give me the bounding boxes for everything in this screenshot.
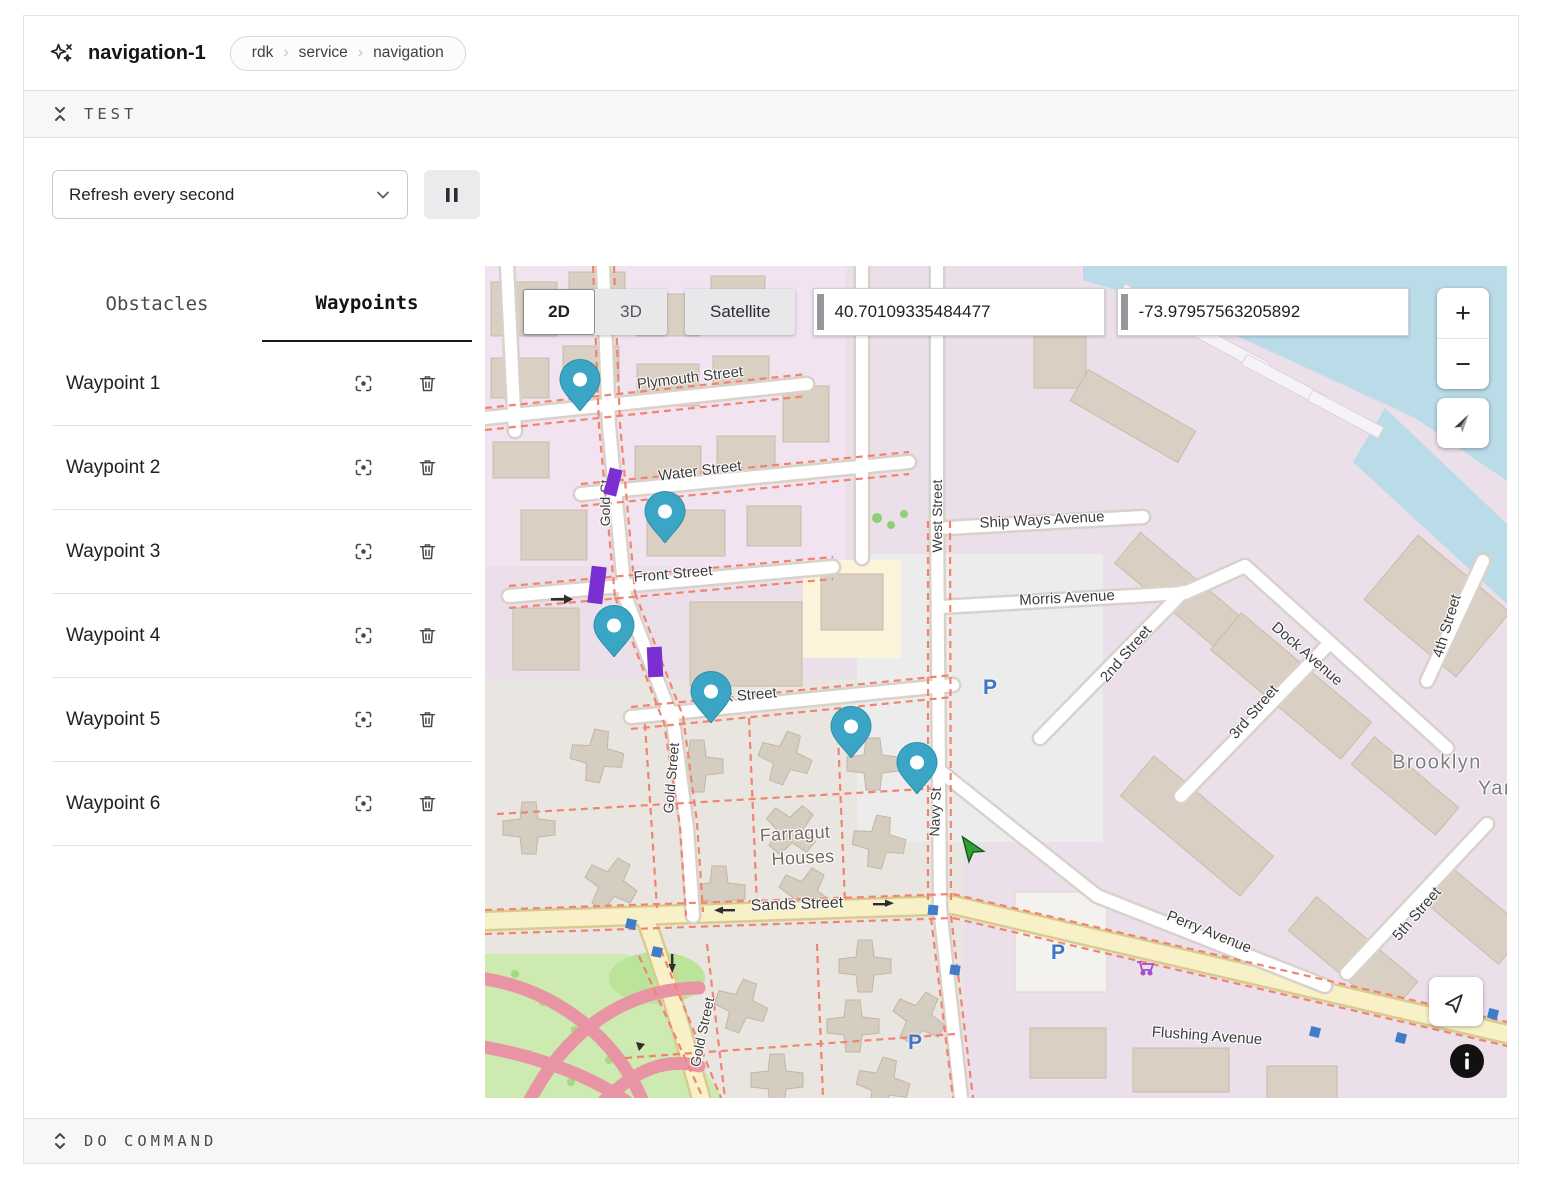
longitude-field bbox=[1117, 288, 1409, 336]
focus-icon bbox=[353, 373, 374, 394]
focus-icon bbox=[353, 457, 374, 478]
map-info-button[interactable] bbox=[1450, 1044, 1484, 1078]
waypoint-label: Waypoint 3 bbox=[66, 541, 351, 563]
collapse-icon[interactable] bbox=[51, 103, 69, 125]
compass-needle-icon bbox=[1450, 410, 1476, 436]
trash-icon bbox=[417, 457, 438, 478]
waypoint-focus-button[interactable] bbox=[351, 792, 375, 816]
breadcrumb: rdk›service›navigation bbox=[230, 36, 466, 71]
waypoint-row: Waypoint 4 bbox=[52, 594, 472, 678]
waypoint-row: Waypoint 2 bbox=[52, 426, 472, 510]
focus-icon bbox=[353, 625, 374, 646]
test-section-content: Refresh every second Obstacles Waypoints… bbox=[24, 138, 1518, 1118]
navigation-arrow-icon bbox=[1444, 990, 1468, 1014]
do-command-label: DO COMMAND bbox=[84, 1132, 217, 1150]
latitude-field bbox=[813, 288, 1105, 336]
map-mode-3d-button[interactable]: 3D bbox=[595, 289, 667, 335]
trash-icon bbox=[417, 793, 438, 814]
waypoint-row: Waypoint 3 bbox=[52, 510, 472, 594]
focus-icon bbox=[353, 541, 374, 562]
map-canvas bbox=[485, 266, 1507, 1098]
waypoint-label: Waypoint 1 bbox=[66, 373, 351, 395]
panel-title: navigation-1 bbox=[88, 42, 206, 65]
tab-waypoints[interactable]: Waypoints bbox=[262, 266, 472, 342]
longitude-input[interactable] bbox=[1128, 302, 1408, 322]
waypoint-delete-button[interactable] bbox=[415, 540, 439, 564]
breadcrumb-item-service[interactable]: service bbox=[292, 44, 355, 62]
waypoint-delete-button[interactable] bbox=[415, 456, 439, 480]
focus-icon bbox=[353, 709, 374, 730]
refresh-rate-select[interactable]: Refresh every second bbox=[52, 170, 408, 219]
test-section-label: TEST bbox=[84, 105, 137, 123]
breadcrumb-separator: › bbox=[280, 44, 291, 62]
breadcrumb-separator: › bbox=[355, 44, 366, 62]
waypoint-label: Waypoint 6 bbox=[66, 793, 351, 815]
waypoint-focus-button[interactable] bbox=[351, 456, 375, 480]
waypoint-label: Waypoint 4 bbox=[66, 625, 351, 647]
map[interactable]: Plymouth StreetWater StreetFront StreetY… bbox=[485, 266, 1507, 1098]
waypoint-row: Waypoint 5 bbox=[52, 678, 472, 762]
zoom-out-button[interactable]: − bbox=[1437, 339, 1489, 389]
map-mode-2d-button[interactable]: 2D bbox=[523, 289, 595, 335]
tab-obstacles[interactable]: Obstacles bbox=[52, 266, 262, 342]
trash-icon bbox=[417, 625, 438, 646]
latitude-input[interactable] bbox=[824, 302, 1104, 322]
chevron-down-icon bbox=[373, 185, 393, 205]
waypoint-focus-button[interactable] bbox=[351, 624, 375, 648]
waypoint-row: Waypoint 1 bbox=[52, 342, 472, 426]
latitude-drag-handle[interactable] bbox=[817, 294, 824, 330]
map-mode-toggle: 2D 3D bbox=[523, 289, 667, 335]
compass-button[interactable] bbox=[1437, 398, 1489, 448]
waypoint-delete-button[interactable] bbox=[415, 372, 439, 396]
trash-icon bbox=[417, 373, 438, 394]
tabs: Obstacles Waypoints bbox=[52, 266, 472, 342]
trash-icon bbox=[417, 541, 438, 562]
waypoint-label: Waypoint 2 bbox=[66, 457, 351, 479]
longitude-drag-handle[interactable] bbox=[1121, 294, 1128, 330]
do-command-section-bar[interactable]: DO COMMAND bbox=[24, 1118, 1518, 1163]
waypoint-focus-button[interactable] bbox=[351, 708, 375, 732]
pause-icon bbox=[444, 186, 460, 204]
refresh-rate-value: Refresh every second bbox=[69, 185, 234, 205]
focus-icon bbox=[353, 793, 374, 814]
breadcrumb-item-navigation[interactable]: navigation bbox=[366, 44, 451, 62]
zoom-in-button[interactable]: + bbox=[1437, 288, 1489, 338]
waypoint-focus-button[interactable] bbox=[351, 372, 375, 396]
waypoints-panel: Obstacles Waypoints Waypoint 1 Waypoint 2… bbox=[52, 266, 472, 1098]
trash-icon bbox=[417, 709, 438, 730]
map-toolbar: 2D 3D Satellite bbox=[523, 288, 1409, 336]
refresh-row: Refresh every second bbox=[52, 170, 1507, 219]
waypoint-delete-button[interactable] bbox=[415, 624, 439, 648]
waypoint-focus-button[interactable] bbox=[351, 540, 375, 564]
test-sparkle-icon bbox=[48, 40, 74, 66]
pause-button[interactable] bbox=[424, 170, 480, 219]
waypoint-delete-button[interactable] bbox=[415, 792, 439, 816]
info-icon bbox=[1450, 1044, 1484, 1078]
main-row: Obstacles Waypoints Waypoint 1 Waypoint 2… bbox=[52, 266, 1507, 1098]
expand-icon[interactable] bbox=[51, 1130, 69, 1152]
waypoint-label: Waypoint 5 bbox=[66, 709, 351, 731]
satellite-toggle-button[interactable]: Satellite bbox=[685, 289, 795, 335]
locate-button[interactable] bbox=[1429, 977, 1483, 1026]
waypoint-delete-button[interactable] bbox=[415, 708, 439, 732]
breadcrumb-item-rdk[interactable]: rdk bbox=[245, 44, 281, 62]
navigation-panel: navigation-1 rdk›service›navigation TEST… bbox=[23, 15, 1519, 1164]
panel-header: navigation-1 rdk›service›navigation bbox=[24, 16, 1518, 90]
zoom-control: + − bbox=[1437, 288, 1489, 389]
test-section-bar[interactable]: TEST bbox=[24, 90, 1518, 138]
waypoint-list: Waypoint 1 Waypoint 2 Waypoint 3 Waypoint 4… bbox=[52, 342, 472, 846]
waypoint-row: Waypoint 6 bbox=[52, 762, 472, 846]
